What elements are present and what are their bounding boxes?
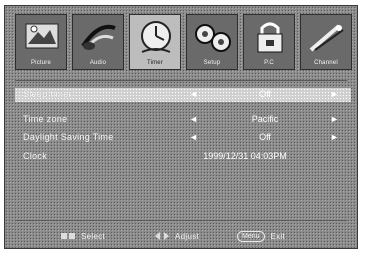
picture-icon bbox=[25, 23, 59, 49]
exit-label: Exit bbox=[270, 231, 286, 241]
select-label: Select bbox=[81, 231, 106, 241]
tab-channel[interactable]: Channel bbox=[300, 14, 352, 70]
setup-icon bbox=[195, 24, 231, 52]
tab-audio-label: Audio bbox=[89, 60, 107, 66]
footer-bar: Select Adjust Menu Exit bbox=[15, 230, 347, 244]
arrow-right-icon[interactable]: ► bbox=[330, 114, 339, 124]
arrow-right-icon[interactable]: ► bbox=[330, 132, 339, 142]
arrow-left-icon[interactable]: ◄ bbox=[189, 89, 198, 99]
menu-row-clock[interactable]: Clock 1999/12/31 04:03PM bbox=[15, 150, 351, 164]
tabs-separator bbox=[15, 80, 347, 81]
select-hint: Select bbox=[61, 230, 105, 242]
footer-separator bbox=[15, 220, 347, 221]
arrow-left-icon[interactable]: ◄ bbox=[189, 132, 198, 142]
tab-timer-label: Timer bbox=[146, 60, 164, 66]
menu-row-label: Daylight Saving Time bbox=[23, 132, 114, 142]
menu-row-label: Sleep timer bbox=[23, 89, 72, 99]
menu-row-label: Time zone bbox=[23, 114, 68, 124]
menu-row-sleep-timer[interactable]: Sleep timer ◄ Off ► bbox=[15, 88, 351, 102]
menu-row-value: Off bbox=[259, 132, 271, 142]
pc-lock-icon bbox=[257, 22, 283, 53]
exit-hint: Menu Exit bbox=[237, 230, 285, 242]
tab-audio[interactable]: Audio bbox=[72, 14, 124, 70]
tab-timer[interactable]: Timer bbox=[129, 14, 181, 70]
select-arrows-icon bbox=[61, 233, 75, 239]
timer-icon bbox=[141, 21, 171, 53]
menu-key-icon: Menu bbox=[237, 230, 265, 242]
menu-row-label: Clock bbox=[23, 151, 48, 161]
tab-setup[interactable]: Setup bbox=[186, 14, 238, 70]
tab-pc-label: P.C bbox=[264, 60, 274, 66]
tab-setup-label: Setup bbox=[203, 60, 221, 66]
menu-row-value: Off bbox=[259, 89, 271, 99]
adjust-arrows-icon bbox=[155, 232, 169, 240]
menu-tabs: Picture Audio Timer Setup P.C Channel bbox=[15, 14, 355, 76]
tab-picture[interactable]: Picture bbox=[15, 14, 67, 70]
tab-pc[interactable]: P.C bbox=[243, 14, 295, 70]
channel-icon bbox=[309, 24, 344, 52]
tab-picture-label: Picture bbox=[30, 60, 52, 66]
menu-row-value: Pacific bbox=[251, 114, 279, 124]
arrow-right-icon[interactable]: ► bbox=[330, 89, 339, 99]
adjust-hint: Adjust bbox=[155, 230, 199, 242]
menu-row-daylight-saving[interactable]: Daylight Saving Time ◄ Off ► bbox=[15, 131, 351, 145]
adjust-label: Adjust bbox=[175, 231, 200, 241]
arrow-left-icon[interactable]: ◄ bbox=[189, 114, 198, 124]
tab-channel-label: Channel bbox=[314, 60, 338, 66]
menu-row-time-zone[interactable]: Time zone ◄ Pacific ► bbox=[15, 113, 351, 127]
tv-menu-screen: Picture Audio Timer Setup P.C Channel Sl… bbox=[4, 5, 358, 249]
menu-row-value: 1999/12/31 04:03PM bbox=[203, 151, 287, 161]
audio-icon bbox=[81, 24, 116, 50]
